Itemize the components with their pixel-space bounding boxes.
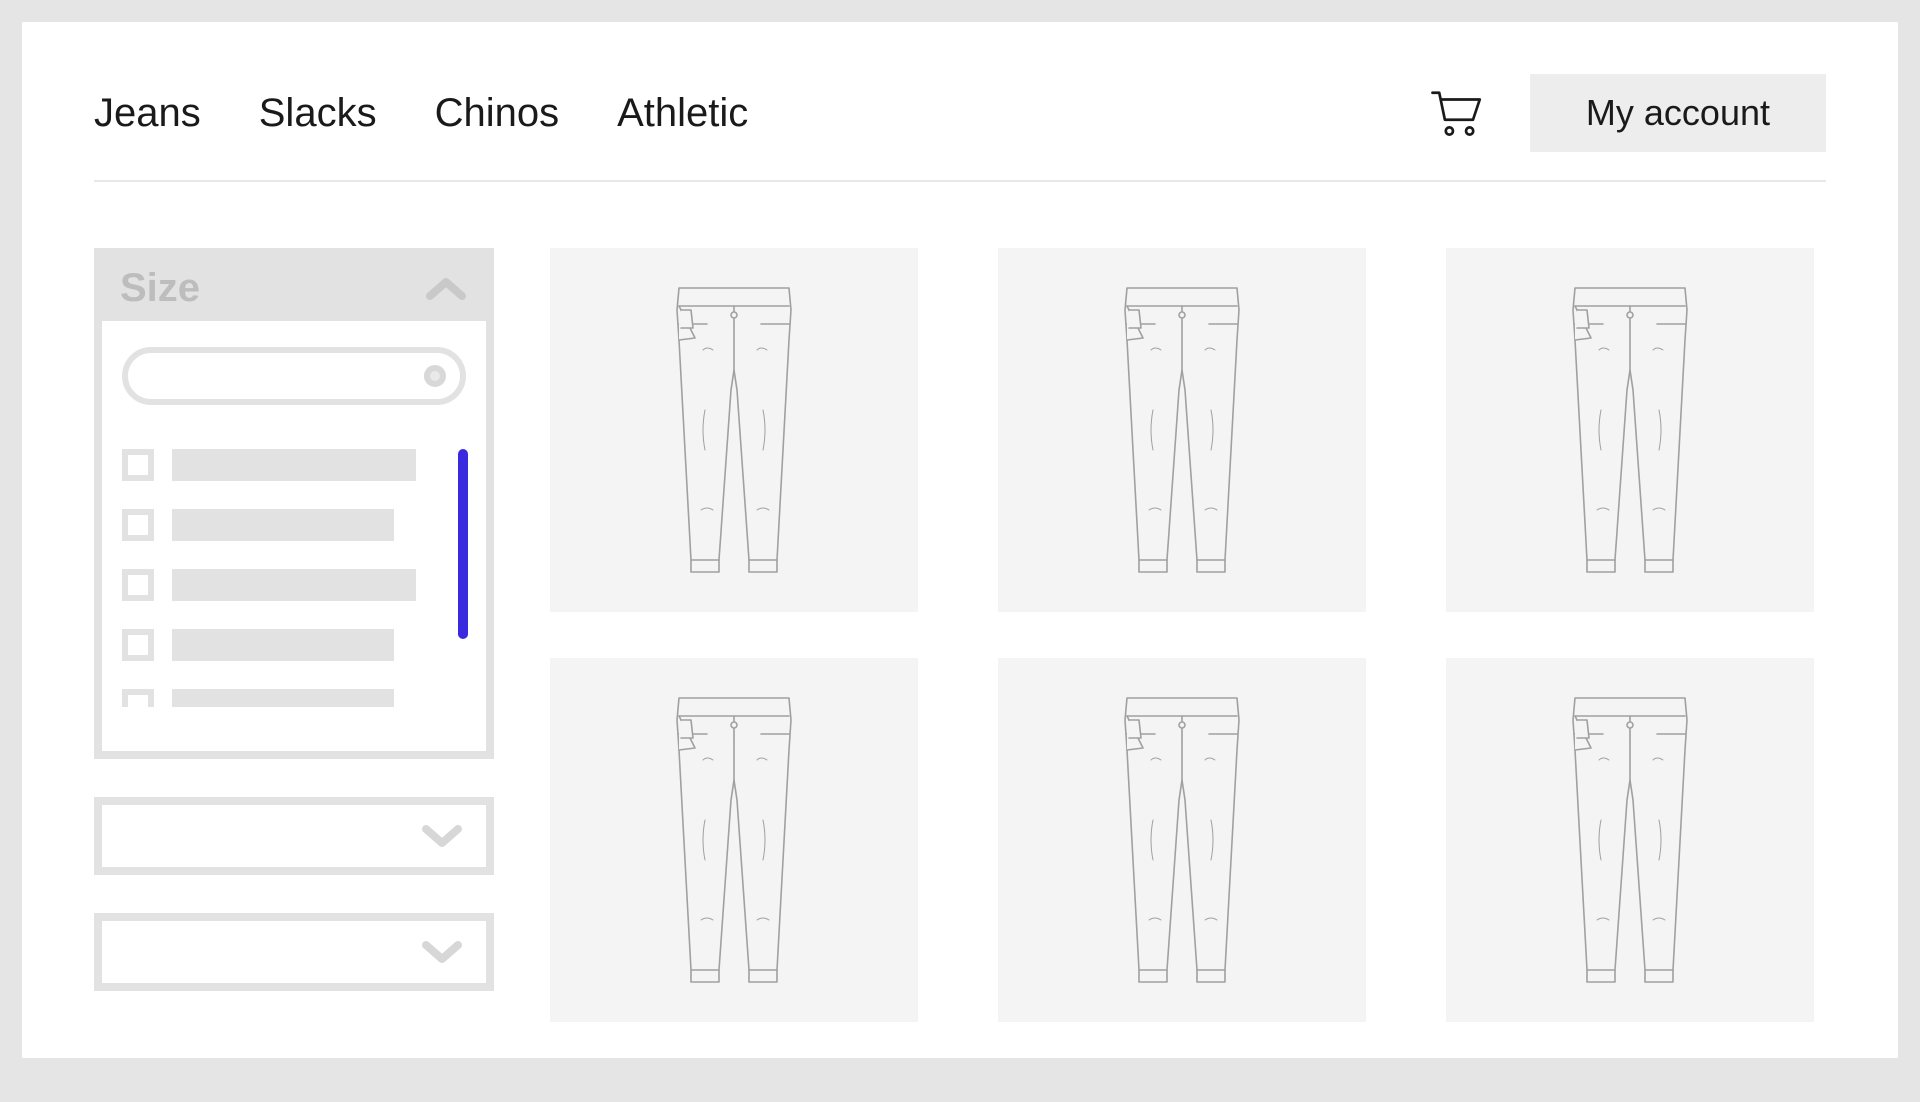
- product-card[interactable]: [550, 658, 918, 1022]
- main-content: Size: [94, 182, 1826, 1029]
- cart-icon[interactable]: [1428, 86, 1482, 140]
- filter-sidebar: Size: [94, 248, 494, 1029]
- search-icon: [424, 365, 446, 387]
- checkbox-icon[interactable]: [122, 629, 154, 661]
- scrollbar-thumb[interactable]: [458, 449, 468, 639]
- size-option-1[interactable]: [122, 449, 466, 481]
- size-option-4[interactable]: [122, 629, 466, 661]
- size-filter-body: [102, 321, 486, 751]
- size-filter-panel: Size: [94, 248, 494, 759]
- nav-slacks[interactable]: Slacks: [259, 91, 377, 136]
- chevron-down-icon: [420, 821, 464, 851]
- collapsed-filter-2[interactable]: [94, 913, 494, 991]
- product-card[interactable]: [998, 248, 1366, 612]
- category-nav: Jeans Slacks Chinos Athletic: [94, 91, 748, 136]
- size-option-2[interactable]: [122, 509, 466, 541]
- size-filter-title: Size: [120, 266, 200, 311]
- nav-jeans[interactable]: Jeans: [94, 91, 201, 136]
- size-search-input[interactable]: [122, 347, 466, 405]
- size-option-3[interactable]: [122, 569, 466, 601]
- nav-athletic[interactable]: Athletic: [617, 91, 748, 136]
- page-container: Jeans Slacks Chinos Athletic My account …: [22, 22, 1898, 1058]
- checkbox-icon[interactable]: [122, 569, 154, 601]
- size-option-5[interactable]: [122, 689, 466, 707]
- option-label-placeholder: [172, 449, 416, 481]
- product-card[interactable]: [1446, 248, 1814, 612]
- option-label-placeholder: [172, 629, 394, 661]
- product-grid: [550, 248, 1814, 1029]
- chevron-up-icon: [424, 274, 468, 304]
- nav-chinos[interactable]: Chinos: [435, 91, 560, 136]
- option-label-placeholder: [172, 689, 394, 707]
- product-card[interactable]: [550, 248, 918, 612]
- checkbox-icon[interactable]: [122, 449, 154, 481]
- option-label-placeholder: [172, 509, 394, 541]
- checkbox-icon[interactable]: [122, 689, 154, 707]
- site-header: Jeans Slacks Chinos Athletic My account: [94, 22, 1826, 182]
- product-card[interactable]: [1446, 658, 1814, 1022]
- product-card[interactable]: [998, 658, 1366, 1022]
- checkbox-icon[interactable]: [122, 509, 154, 541]
- chevron-down-icon: [420, 937, 464, 967]
- header-actions: My account: [1428, 74, 1826, 152]
- size-filter-header[interactable]: Size: [102, 256, 486, 321]
- my-account-button[interactable]: My account: [1530, 74, 1826, 152]
- option-label-placeholder: [172, 569, 416, 601]
- collapsed-filter-1[interactable]: [94, 797, 494, 875]
